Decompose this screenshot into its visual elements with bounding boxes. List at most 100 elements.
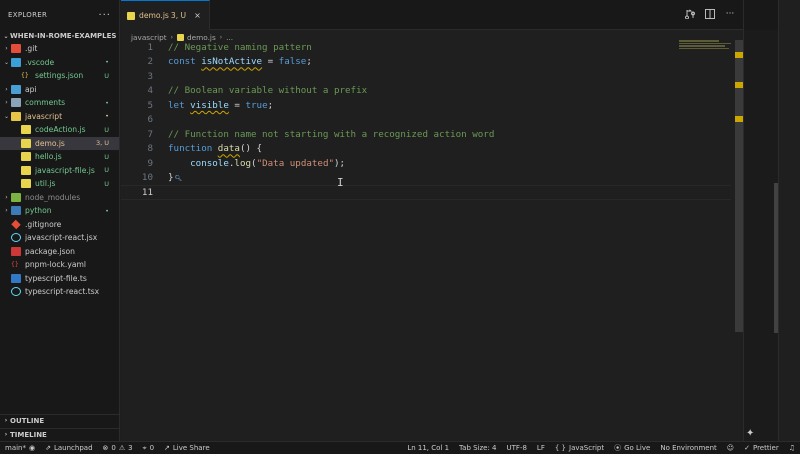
tree-file[interactable]: util.js U [0, 177, 119, 191]
code-line[interactable]: 6 [121, 113, 731, 128]
tree-item-label: api [25, 84, 37, 94]
line-number: 9 [147, 157, 153, 169]
cursor-position-status[interactable]: Ln 11, Col 1 [402, 442, 454, 454]
eol: LF [536, 444, 545, 452]
tree-folder[interactable]: › comments • [0, 96, 119, 110]
git-status-badge: • [105, 58, 109, 67]
warning-icon: ⚠ [118, 444, 126, 452]
tree-file[interactable]: typescript-react.tsx [0, 285, 119, 299]
tree-item-label: .vscode [25, 57, 55, 67]
code-token: let [168, 99, 191, 111]
status-bar-right: Ln 11, Col 1 Tab Size: 4 UTF-8 LF { } Ja… [402, 442, 800, 454]
eol-status[interactable]: LF [532, 442, 550, 454]
notifications-status[interactable]: ♫ [784, 442, 800, 454]
ports-status[interactable]: ⌖ 0 [138, 442, 159, 454]
npm-icon [11, 246, 21, 256]
warning-count: 3 [128, 444, 133, 452]
more-actions-icon[interactable]: ··· [725, 8, 735, 20]
git-status-badge: U [104, 152, 109, 161]
code-token: console [168, 157, 229, 169]
code-editor[interactable]: 1 // Negative naming pattern 2 const isNotA… [121, 40, 731, 441]
launchpad-status[interactable]: ⇗ Launchpad [40, 442, 97, 454]
live-share-status[interactable]: ↗ Live Share [159, 442, 215, 454]
workspace-root-label: WHEN-IN-ROME-EXAMPLES [10, 32, 117, 40]
warning-token: isNotActive [201, 56, 263, 68]
tree-folder[interactable]: ⌄ javascript • [0, 110, 119, 124]
outline-panel: › OUTLINE [0, 414, 120, 426]
error-count: 0 [111, 444, 116, 452]
tree-item-label: python [25, 206, 52, 216]
split-editor-icon[interactable] [705, 8, 715, 20]
tab-size-status[interactable]: Tab Size: 4 [454, 442, 501, 454]
tree-file[interactable]: package.json [0, 245, 119, 259]
encoding-status[interactable]: UTF-8 [502, 442, 532, 454]
close-icon[interactable]: × [194, 11, 201, 20]
timeline-panel: › TIMELINE [0, 428, 120, 440]
outline-header[interactable]: › OUTLINE [0, 414, 120, 426]
js-file-icon [127, 11, 135, 20]
code-line[interactable]: 5 let visible = true; [121, 98, 731, 113]
explorer-title: EXPLORER [8, 11, 48, 19]
code-line[interactable]: 1 // Negative naming pattern [121, 40, 731, 55]
tree-item-label: .git [25, 44, 38, 54]
broadcast-icon: ⦿ [614, 444, 622, 452]
problems-status[interactable]: ⊗ 0 ⚠ 3 [98, 442, 138, 454]
environment-label: No Environment [660, 444, 717, 452]
tree-file[interactable]: demo.js 3, U [0, 136, 119, 150]
tree-file[interactable]: javascript-react.jsx [0, 231, 119, 245]
workspace-root-header[interactable]: ⌄ WHEN-IN-ROME-EXAMPLES [0, 30, 119, 42]
live-share-label: Live Share [172, 444, 210, 452]
tree-folder[interactable]: › .git [0, 42, 119, 56]
tree-file[interactable]: hello.js U [0, 150, 119, 164]
js-icon [21, 125, 31, 135]
tree-file[interactable]: typescript-file.ts [0, 272, 119, 286]
copilot-status[interactable]: ☺ [722, 442, 739, 454]
code-line[interactable]: 4 // Boolean variable without a prefix [121, 84, 731, 99]
git-status-badge: U [104, 179, 109, 188]
tree-file[interactable]: {} pnpm-lock.yaml [0, 258, 119, 272]
code-line[interactable]: 11 [121, 185, 731, 200]
tab-size: Tab Size: 4 [459, 444, 497, 452]
tree-file[interactable]: {} settings.json U [0, 69, 119, 83]
tree-folder[interactable]: › python • [0, 204, 119, 218]
open-changes-icon[interactable] [685, 8, 695, 20]
chevron-down-icon: ⌄ [3, 32, 9, 40]
tree-folder[interactable]: ⌄ .vscode • [0, 56, 119, 70]
explorer-more-actions-icon[interactable]: ··· [98, 10, 111, 21]
tree-file[interactable]: .gitignore [0, 218, 119, 232]
code-line[interactable]: 7 // Function name not starting with a re… [121, 127, 731, 142]
timeline-header[interactable]: › TIMELINE [0, 428, 120, 440]
tree-file[interactable]: javascript-file.js U [0, 164, 119, 178]
code-line[interactable]: 9 console.log("Data updated"); [121, 156, 731, 171]
branch-label: main* [5, 444, 26, 452]
quick-fix-icon[interactable]: 🔍︎ [175, 175, 183, 182]
environment-status[interactable]: No Environment [655, 442, 721, 454]
go-live-status[interactable]: ⦿ Go Live [609, 442, 655, 454]
warning-marker [735, 82, 743, 88]
git-status-badge: U [104, 71, 109, 80]
minimap-line [679, 40, 719, 42]
branch-status[interactable]: main* ◉ [0, 442, 40, 454]
editor-scrollbar[interactable] [735, 40, 743, 332]
code-line[interactable]: 10}🔍︎ [121, 171, 731, 186]
live-share-icon: ↗ [164, 444, 170, 452]
prettier-status[interactable]: ✓ Prettier [739, 442, 784, 454]
go-live-label: Go Live [624, 444, 651, 452]
code-token: false [278, 56, 307, 68]
language-status[interactable]: { } JavaScript [550, 442, 609, 454]
tab-demo-js[interactable]: demo.js 3, U × [121, 0, 210, 30]
line-number: 7 [147, 128, 153, 140]
tree-folder[interactable]: › api [0, 83, 119, 97]
warning-token: data [217, 143, 240, 155]
tree-folder[interactable]: › node_modules [0, 191, 119, 205]
tree-file[interactable]: codeAction.js U [0, 123, 119, 137]
code-line[interactable]: 3 [121, 69, 731, 84]
yaml-icon: {} [11, 261, 19, 269]
sparkle-icon[interactable]: ✦ [746, 428, 754, 439]
minimap[interactable] [679, 40, 735, 54]
code-line[interactable]: 8 function data() { [121, 142, 731, 157]
code-line[interactable]: 2 const isNotActive = false; [121, 55, 731, 70]
react-icon [11, 233, 21, 243]
folder-node-icon [11, 192, 21, 202]
line-content: console.log("Data updated"); [168, 158, 345, 169]
